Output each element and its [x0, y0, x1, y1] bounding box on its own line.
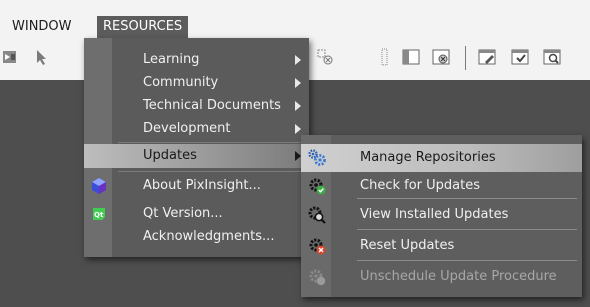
- menu-resources[interactable]: RESOURCES: [97, 16, 189, 38]
- submenu-separator: [357, 260, 577, 261]
- window-icon[interactable]: [402, 48, 420, 66]
- window-close-icon[interactable]: [432, 48, 450, 66]
- menu-item-community[interactable]: Community: [84, 71, 309, 94]
- menu-item-label: Acknowledgments...: [143, 229, 275, 244]
- submenu-item-reset-updates[interactable]: Reset Updates: [301, 232, 582, 260]
- menu-item-qt-version[interactable]: Qt Qt Version...: [84, 202, 309, 225]
- submenu-item-label: View Installed Updates: [360, 207, 509, 222]
- menu-item-updates[interactable]: Updates: [84, 144, 309, 168]
- close-layout-icon[interactable]: [316, 48, 334, 66]
- menu-window[interactable]: WINDOW: [6, 16, 78, 38]
- submenu-arrow-icon: [295, 124, 301, 134]
- menu-item-label: Updates: [143, 148, 197, 163]
- menu-item-development[interactable]: Development: [84, 117, 309, 140]
- submenu-item-unschedule-update-procedure: Unschedule Update Procedure: [301, 263, 582, 291]
- menu-separator: [118, 171, 304, 172]
- arrange-icon[interactable]: [2, 48, 20, 66]
- menu-item-acknowledgments[interactable]: Acknowledgments...: [84, 225, 309, 248]
- submenu-item-check-for-updates[interactable]: Check for Updates: [301, 172, 582, 200]
- pointer-icon[interactable]: [33, 48, 51, 66]
- menu-item-technical-documents[interactable]: Technical Documents: [84, 94, 309, 117]
- menu-item-label: Development: [143, 121, 231, 136]
- menu-item-about-pixinsight[interactable]: About PixInsight...: [84, 174, 309, 197]
- submenu-separator: [357, 229, 577, 230]
- menu-separator: [118, 142, 304, 143]
- pixinsight-logo-icon: [91, 178, 107, 194]
- submenu-item-label: Check for Updates: [360, 178, 480, 193]
- menu-item-learning[interactable]: Learning: [84, 48, 309, 71]
- submenu-item-label: Manage Repositories: [360, 150, 496, 165]
- submenu-separator: [357, 198, 577, 199]
- qt-logo-icon: Qt: [91, 206, 107, 222]
- menu-bar: WINDOW RESOURCES: [0, 16, 590, 38]
- gear-unschedule-icon: [308, 268, 326, 286]
- submenu-arrow-icon: [295, 101, 301, 111]
- submenu-item-view-installed-updates[interactable]: View Installed Updates: [301, 201, 582, 229]
- image-check-icon[interactable]: [511, 48, 529, 66]
- menu-item-label: Qt Version...: [143, 206, 223, 221]
- updates-submenu: Manage Repositories Check for Updates Vi…: [301, 135, 582, 297]
- submenu-arrow-icon: [295, 55, 301, 65]
- menu-item-label: Learning: [143, 52, 200, 67]
- image-edit-icon[interactable]: [478, 48, 496, 66]
- submenu-item-label: Unschedule Update Procedure: [360, 269, 557, 284]
- image-search-icon[interactable]: [543, 48, 561, 66]
- gear-reset-icon: [308, 237, 326, 255]
- gear-search-icon: [308, 206, 326, 224]
- toolbar-separator: [465, 46, 466, 70]
- submenu-item-label: Reset Updates: [360, 238, 455, 253]
- qt-logo-text: Qt: [94, 211, 104, 219]
- gear-blue-icon: [308, 149, 326, 167]
- submenu-arrow-icon: [295, 78, 301, 88]
- menu-item-label: Technical Documents: [143, 98, 281, 113]
- submenu-item-manage-repositories[interactable]: Manage Repositories: [301, 144, 582, 172]
- resources-menu: Learning Community Technical Documents D…: [84, 38, 309, 257]
- menu-item-label: About PixInsight...: [143, 178, 261, 193]
- menu-item-label: Community: [143, 75, 219, 90]
- gear-check-icon: [308, 177, 326, 195]
- grid-icon[interactable]: [379, 48, 397, 66]
